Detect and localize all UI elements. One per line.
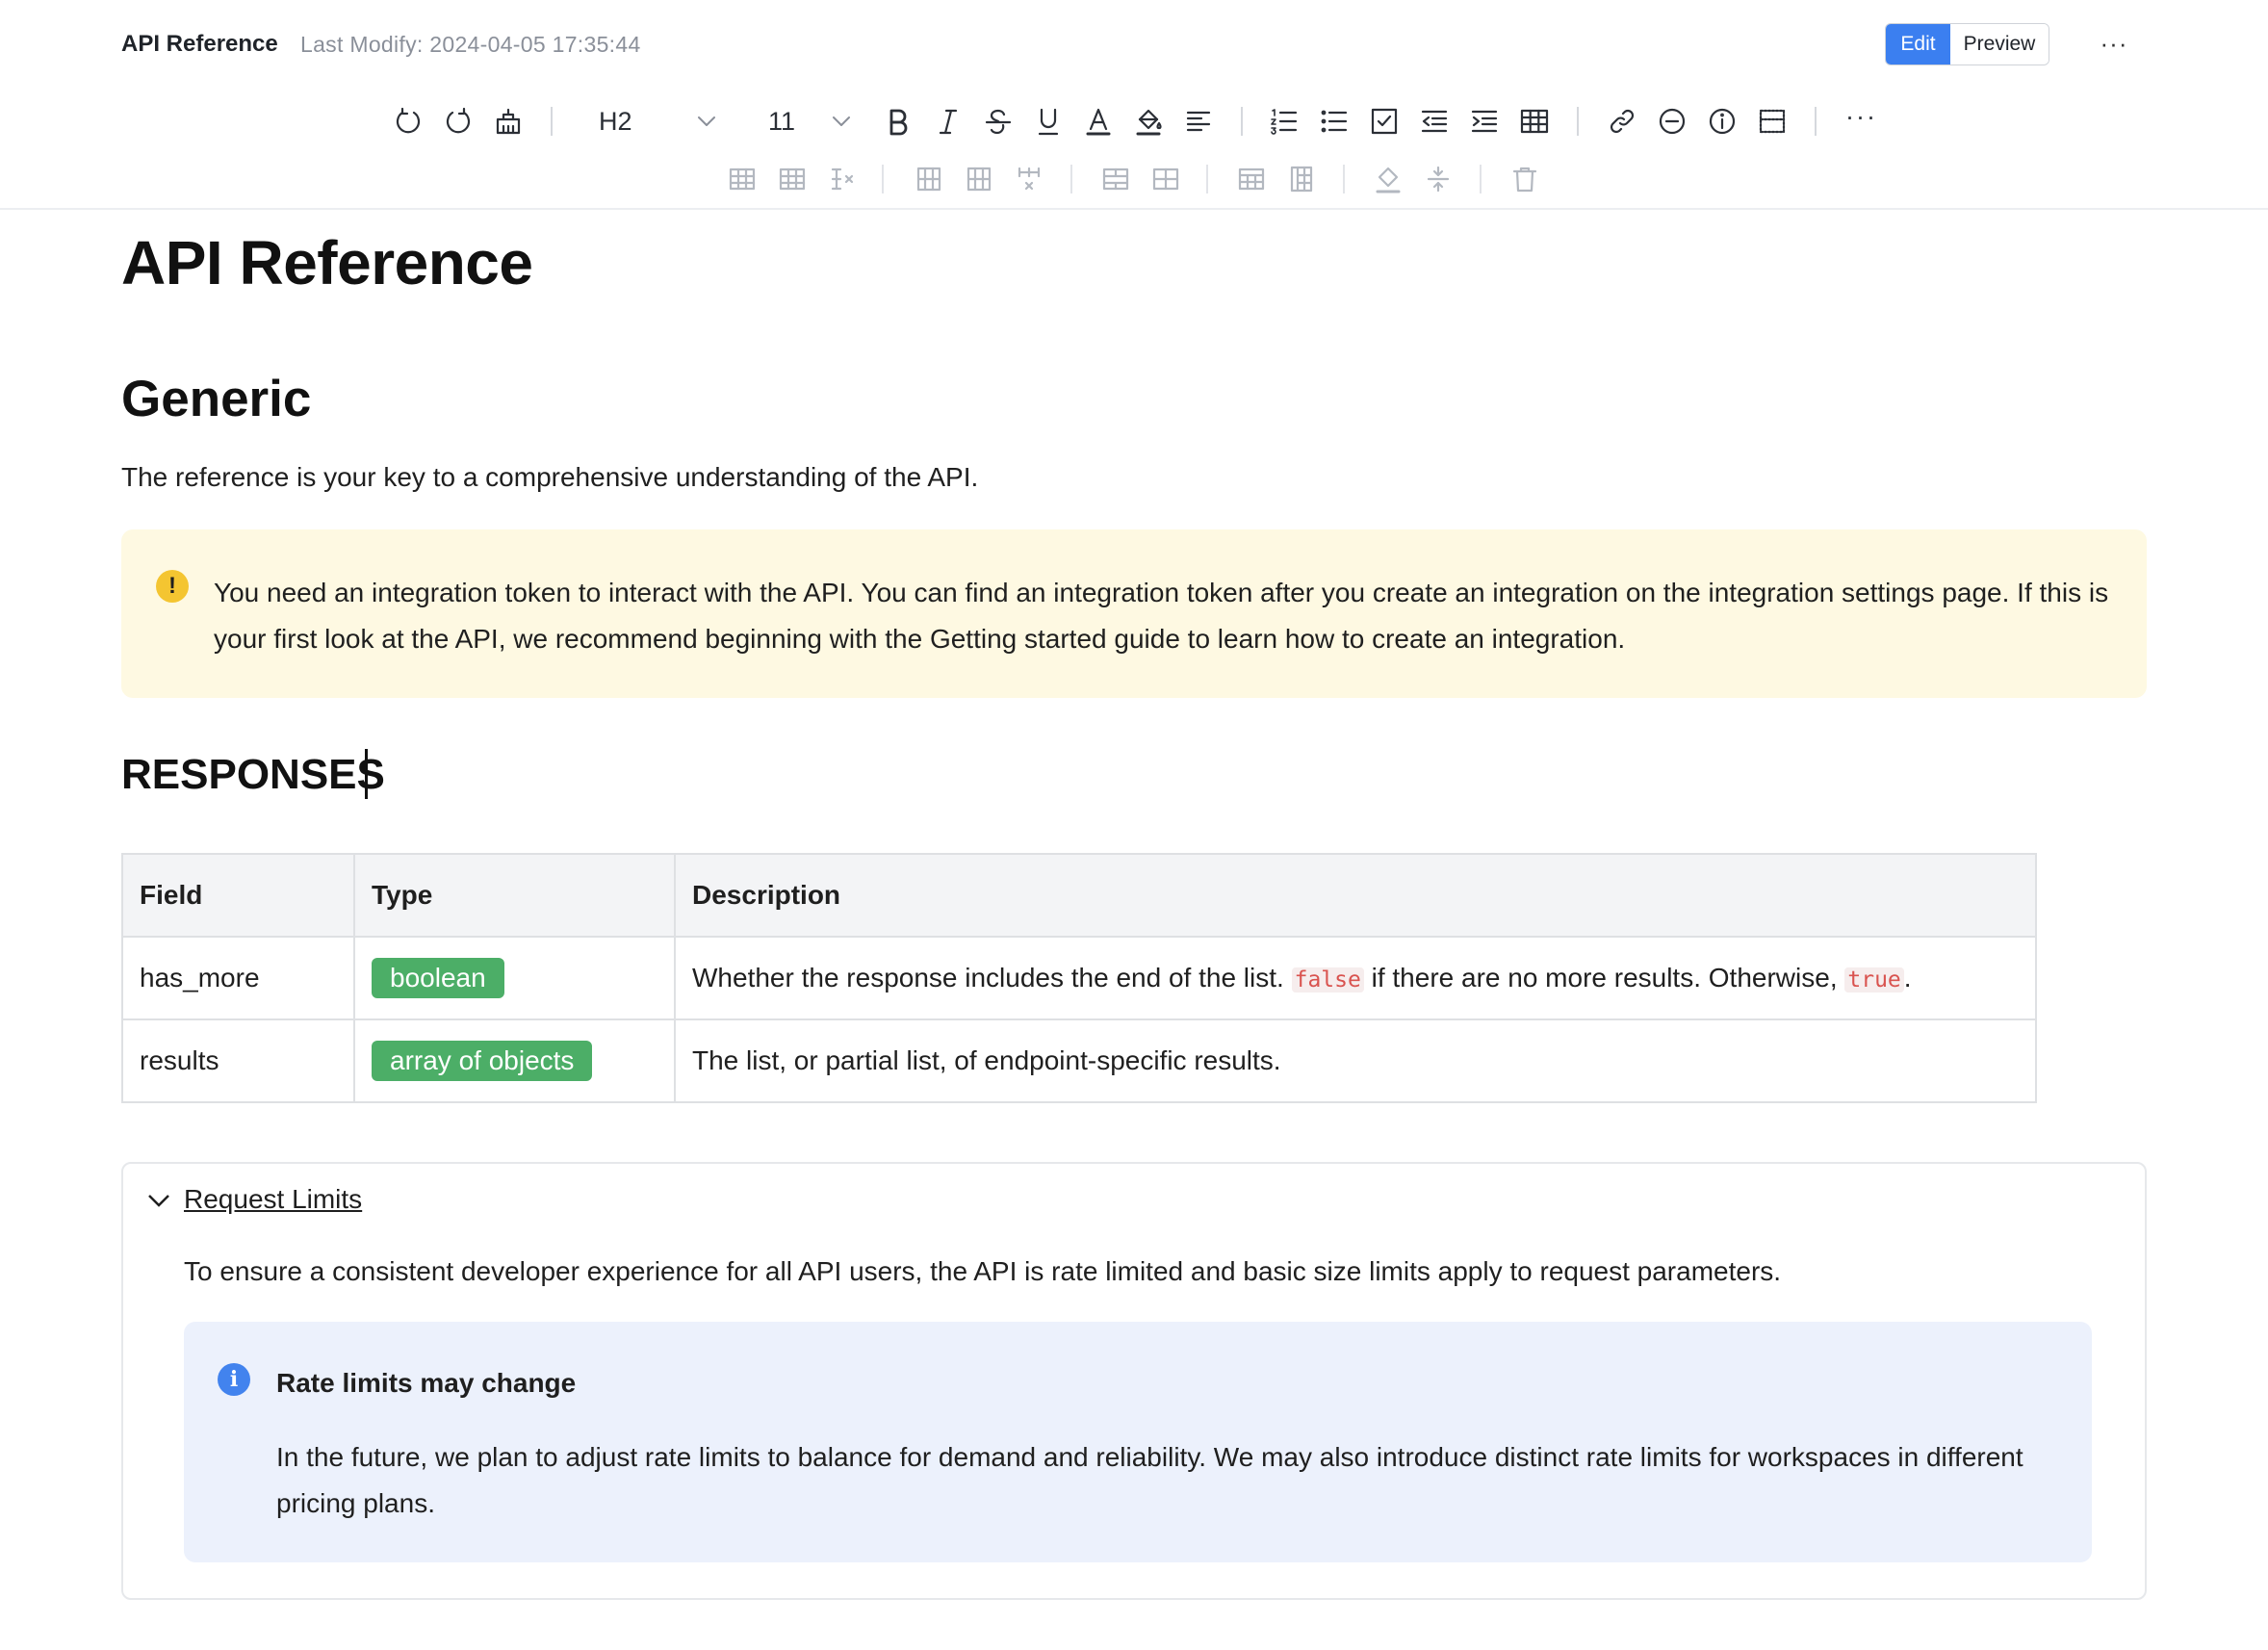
chevron-down-icon[interactable] [824,104,859,139]
toolbar-more-button[interactable]: ··· [1845,102,1877,132]
table-header-cell[interactable]: Type [353,853,676,938]
code-block-icon[interactable] [1755,104,1790,139]
redo-icon[interactable] [441,104,476,139]
chevron-down-icon[interactable] [144,1186,173,1215]
insert-row-above-icon[interactable] [725,162,760,196]
section-heading-generic[interactable]: Generic [121,370,311,428]
description-text: Whether the response includes the end of… [692,963,1292,993]
toggle-title[interactable]: Request Limits [184,1184,362,1215]
merge-cells-icon[interactable] [1098,162,1133,196]
table-header-cell[interactable]: Field [121,853,355,938]
description-cell[interactable]: Whether the response includes the end of… [674,936,2037,1020]
toolbar-separator [882,165,884,193]
delete-table-icon[interactable] [1508,162,1542,196]
toolbar-separator [1070,165,1072,193]
inline-code: true [1844,967,1904,993]
text-cursor [365,749,368,799]
type-tag: array of objects [372,1041,593,1081]
description-text: . [1903,963,1912,993]
mode-toggle: Edit Preview [1885,23,2049,65]
table-header-row: Field Type Description [121,853,2037,938]
intro-paragraph[interactable]: The reference is your key to a comprehen… [121,462,978,493]
delete-row-icon[interactable] [825,162,860,196]
split-cells-icon[interactable] [1148,162,1183,196]
highlight-color-icon[interactable] [1131,104,1166,139]
strikethrough-icon[interactable] [981,104,1016,139]
type-cell[interactable]: boolean [353,936,676,1020]
warning-callout-text[interactable]: You need an integration token to interac… [214,570,2129,662]
ordered-list-icon[interactable] [1267,104,1302,139]
cell-align-icon[interactable] [1421,162,1456,196]
toolbar-separator [1577,107,1579,136]
info-callout-text[interactable]: In the future, we plan to adjust rate li… [276,1434,2067,1527]
format-painter-icon[interactable] [491,104,526,139]
description-text: if there are no more results. Otherwise, [1363,963,1845,993]
toolbar-separator [551,107,553,136]
divider-icon[interactable] [1655,104,1689,139]
table-header-cell[interactable]: Description [674,853,2037,938]
document-title[interactable]: API Reference [121,227,533,298]
italic-icon[interactable] [931,104,966,139]
checklist-icon[interactable] [1367,104,1402,139]
table-row: results array of objects The list, or pa… [121,1018,2037,1103]
doc-title: API Reference [121,31,278,57]
warning-icon: ! [156,570,189,603]
toolbar-divider [0,208,2268,210]
link-icon[interactable] [1605,104,1639,139]
callout-icon[interactable] [1705,104,1740,139]
font-size-select[interactable]: 11 [768,107,795,137]
indent-icon[interactable] [1467,104,1502,139]
undo-icon[interactable] [391,104,425,139]
insert-column-right-icon[interactable] [962,162,996,196]
field-cell[interactable]: results [121,1018,355,1103]
table-icon[interactable] [1517,104,1552,139]
chevron-down-icon[interactable] [689,104,724,139]
insert-column-left-icon[interactable] [912,162,946,196]
toolbar-separator [1241,107,1243,136]
last-modified-timestamp: Last Modify: 2024-04-05 17:35:44 [300,32,641,57]
table-row: has_more boolean Whether the response in… [121,936,2037,1020]
underline-icon[interactable] [1031,104,1066,139]
toolbar-separator [1206,165,1208,193]
inline-code: false [1291,967,1364,993]
toggle-paragraph[interactable]: To ensure a consistent developer experie… [184,1256,1781,1287]
edit-mode-button[interactable]: Edit [1886,24,1950,64]
responses-heading[interactable]: RESPONSES [121,751,385,799]
header-column-icon[interactable] [1284,162,1319,196]
cell-background-icon[interactable] [1371,162,1405,196]
more-options-button[interactable]: ··· [2095,24,2133,63]
type-tag: boolean [372,958,504,998]
bold-icon[interactable] [881,104,915,139]
preview-mode-button[interactable]: Preview [1950,24,2049,64]
info-callout-title[interactable]: Rate limits may change [276,1368,576,1399]
toolbar-separator [1343,165,1345,193]
insert-row-below-icon[interactable] [775,162,810,196]
field-cell[interactable]: has_more [121,936,355,1020]
heading-level-select[interactable]: H2 [599,107,632,137]
bullet-list-icon[interactable] [1317,104,1352,139]
responses-table: Field Type Description has_more boolean … [121,853,2037,1103]
header-row-icon[interactable] [1234,162,1269,196]
info-icon: i [218,1363,250,1396]
align-left-icon[interactable] [1181,104,1216,139]
font-color-icon[interactable] [1081,104,1116,139]
outdent-icon[interactable] [1417,104,1452,139]
delete-column-icon[interactable] [1012,162,1046,196]
type-cell[interactable]: array of objects [353,1018,676,1103]
toolbar-separator [1815,107,1817,136]
description-cell[interactable]: The list, or partial list, of endpoint-s… [674,1018,2037,1103]
toolbar-separator [1480,165,1482,193]
